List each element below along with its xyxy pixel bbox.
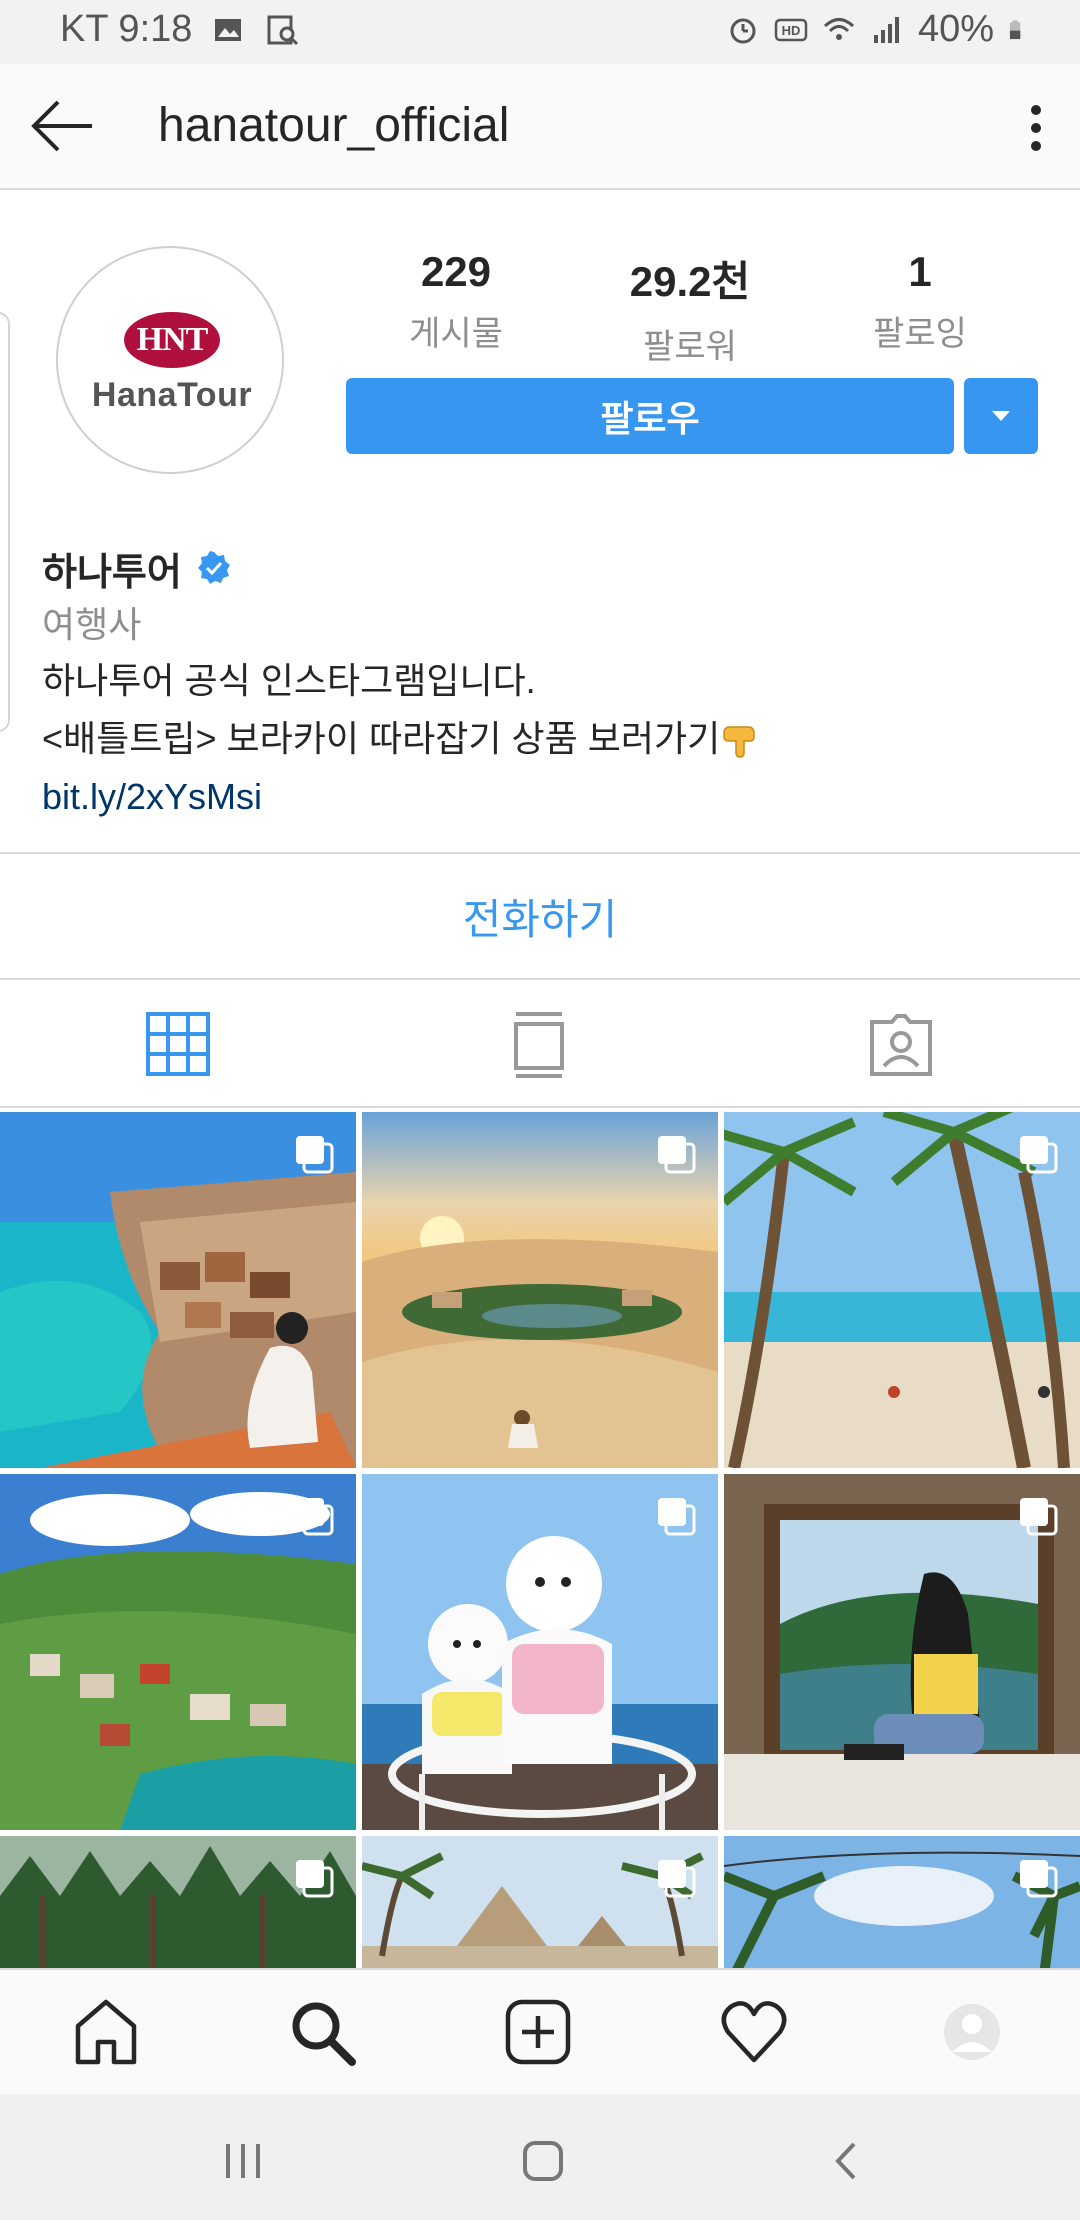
bio-line: 하나투어 공식 인스타그램입니다. [42,652,1042,710]
tagged-posts-icon[interactable] [866,1010,936,1080]
logo-oval: HNT [124,312,220,368]
chevron-down-icon [992,411,1010,421]
multi-post-icon [658,1136,696,1174]
post-thumbnail[interactable] [724,1474,1080,1830]
home-button-icon[interactable] [518,2136,568,2186]
post-thumbnail[interactable] [362,1474,718,1830]
more-options-icon[interactable] [1024,98,1048,158]
verified-badge-icon [197,551,230,584]
multi-post-icon [658,1498,696,1536]
search-icon[interactable] [286,1996,358,2068]
back-arrow-icon[interactable] [28,94,98,158]
stat-value: 29.2천 [629,258,751,305]
grid-view-icon[interactable] [144,1010,214,1080]
new-post-icon[interactable] [502,1996,574,2068]
profile-stats: 229 게시물 29.2천 팔로워 1 팔로잉 [346,248,1046,366]
hd-voice-icon: HD [774,18,808,41]
bottom-navigation [0,1968,1080,2094]
activity-heart-icon[interactable] [718,1996,790,2068]
post-thumbnail[interactable] [362,1112,718,1468]
alarm-icon [730,18,756,43]
post-thumbnail[interactable] [0,1112,356,1468]
multi-post-icon [1020,1136,1058,1174]
post-thumbnail[interactable] [0,1474,356,1830]
post-grid [0,1112,1080,1968]
stat-label: 팔로잉 [873,315,967,353]
stat-value: 1 [908,248,932,295]
carrier-time: KT 9:18 [60,8,193,50]
home-icon[interactable] [70,1996,142,2068]
app-header: hanatour_official [0,64,1080,190]
profile-header: HNT HanaTour 229 게시물 29.2천 팔로워 1 팔로잉 팔로우… [0,190,1080,850]
logo-brand-text: HanaTour [91,376,253,414]
post-thumbnail[interactable] [724,1836,1080,1968]
profile-bio: 하나투어 여행사 하나투어 공식 인스타그램입니다. <배틀트립> 보라카이 따… [42,538,1042,826]
multi-post-icon [1020,1860,1058,1898]
bio-text: 하나투어 공식 인스타그램입니다. [42,660,536,701]
post-thumbnail[interactable] [724,1112,1080,1468]
bio-line: <배틀트립> 보라카이 따라잡기 상품 보러가기 [42,710,1042,768]
multi-post-icon [1020,1498,1058,1536]
avatar[interactable]: HNT HanaTour [56,246,284,474]
call-button[interactable]: 전화하기 [0,852,1080,980]
profile-link[interactable]: bit.ly/2xYsMsi [42,768,1042,826]
stat-posts[interactable]: 229 게시물 [346,248,566,355]
recent-apps-icon[interactable] [218,2136,268,2186]
post-thumbnail[interactable] [362,1836,718,1968]
battery-icon [1009,19,1021,39]
suggestions-dropdown-button[interactable] [964,378,1038,454]
pointing-down-hand-icon [723,726,755,759]
battery-percent: 40% [917,8,994,50]
left-edge-panel [0,312,10,732]
stat-followers[interactable]: 29.2천 팔로워 [580,248,800,368]
multi-post-icon [658,1860,696,1898]
back-button-icon[interactable] [822,2136,872,2186]
stat-following[interactable]: 1 팔로잉 [810,248,1030,355]
multi-post-icon [296,1860,334,1898]
profile-tabs [0,980,1080,1108]
multi-post-icon [296,1136,334,1174]
profile-avatar-icon[interactable] [936,1996,1008,2068]
signal-icon [873,16,899,43]
gallery-icon [215,18,242,41]
svg-text:HD: HD [782,23,801,38]
profile-category: 여행사 [42,604,142,645]
stat-label: 팔로워 [643,328,737,366]
status-bar: KT 9:18 HD 40% [0,0,1080,64]
screenshot-search-icon [267,15,299,45]
wifi-icon [823,17,854,40]
follow-button[interactable]: 팔로우 [346,378,954,454]
page-title: hanatour_official [158,99,510,152]
stat-value: 229 [420,248,492,295]
bio-text: <배틀트립> 보라카이 따라잡기 상품 보러가기 [42,718,721,759]
profile-name: 하나투어 [42,551,182,594]
multi-post-icon [296,1498,334,1536]
post-thumbnail[interactable] [0,1836,356,1968]
system-navigation-bar [0,2094,1080,2220]
stat-label: 게시물 [409,315,503,353]
feed-view-icon[interactable] [504,1010,574,1080]
